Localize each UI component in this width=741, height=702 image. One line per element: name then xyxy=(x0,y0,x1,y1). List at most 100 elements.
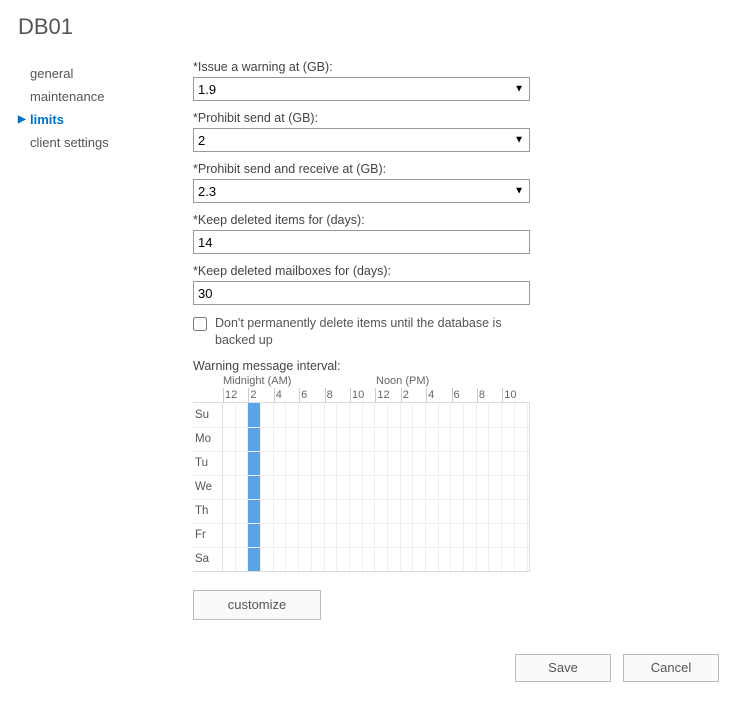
schedule-cell[interactable] xyxy=(502,428,515,451)
schedule-cell[interactable] xyxy=(286,428,299,451)
schedule-cell[interactable] xyxy=(337,452,350,475)
schedule-cell[interactable] xyxy=(375,403,388,427)
schedule-cell[interactable] xyxy=(464,524,477,547)
schedule-cell[interactable] xyxy=(299,452,312,475)
prohibit-send-input[interactable] xyxy=(193,128,530,152)
schedule-cell[interactable] xyxy=(337,428,350,451)
schedule-cell[interactable] xyxy=(451,500,464,523)
schedule-cell[interactable] xyxy=(236,428,249,451)
schedule-cell[interactable] xyxy=(489,428,502,451)
schedule-cell[interactable] xyxy=(223,403,236,427)
schedule-cell[interactable] xyxy=(325,428,338,451)
schedule-cell[interactable] xyxy=(451,524,464,547)
schedule-cell[interactable] xyxy=(299,428,312,451)
schedule-cell[interactable] xyxy=(325,524,338,547)
schedule-cell[interactable] xyxy=(464,548,477,571)
schedule-cell[interactable] xyxy=(451,403,464,427)
schedule-cell[interactable] xyxy=(325,548,338,571)
prohibit-send-receive-select[interactable]: ▼ xyxy=(193,179,530,203)
nav-item-limits[interactable]: ▶ limits xyxy=(18,108,193,131)
schedule-cell[interactable] xyxy=(426,524,439,547)
schedule-cell[interactable] xyxy=(223,428,236,451)
schedule-cell[interactable] xyxy=(401,452,414,475)
schedule-cell[interactable] xyxy=(477,428,490,451)
schedule-cell[interactable] xyxy=(274,428,287,451)
schedule-cell[interactable] xyxy=(489,403,502,427)
schedule-cell[interactable] xyxy=(223,476,236,499)
schedule-cell[interactable] xyxy=(451,428,464,451)
schedule-cell[interactable] xyxy=(451,548,464,571)
schedule-cell[interactable] xyxy=(515,500,528,523)
schedule-cell[interactable] xyxy=(236,548,249,571)
schedule-cell[interactable] xyxy=(312,476,325,499)
schedule-cell[interactable] xyxy=(363,524,376,547)
schedule-cell[interactable] xyxy=(439,476,452,499)
schedule-cell[interactable] xyxy=(274,500,287,523)
schedule-cell[interactable] xyxy=(299,403,312,427)
schedule-cell[interactable] xyxy=(261,452,274,475)
schedule-cell[interactable] xyxy=(299,500,312,523)
schedule-cell[interactable] xyxy=(477,452,490,475)
schedule-cell[interactable] xyxy=(223,500,236,523)
schedule-cell[interactable] xyxy=(502,548,515,571)
schedule-cell[interactable] xyxy=(350,452,363,475)
schedule-cell[interactable] xyxy=(248,403,261,427)
schedule-cell[interactable] xyxy=(451,452,464,475)
schedule-cell[interactable] xyxy=(274,548,287,571)
schedule-cell[interactable] xyxy=(477,500,490,523)
schedule-cell[interactable] xyxy=(375,452,388,475)
schedule-cell[interactable] xyxy=(413,524,426,547)
schedule-cell[interactable] xyxy=(350,476,363,499)
schedule-cell[interactable] xyxy=(325,452,338,475)
schedule-cell[interactable] xyxy=(413,548,426,571)
schedule-cell[interactable] xyxy=(388,476,401,499)
save-button[interactable]: Save xyxy=(515,654,611,682)
schedule-cell[interactable] xyxy=(325,500,338,523)
schedule-cell[interactable] xyxy=(350,500,363,523)
keep-deleted-mailboxes-input[interactable] xyxy=(193,281,530,305)
schedule-cell[interactable] xyxy=(464,452,477,475)
schedule-cell[interactable] xyxy=(426,500,439,523)
schedule-cell[interactable] xyxy=(363,548,376,571)
schedule-cell[interactable] xyxy=(363,403,376,427)
prohibit-send-select[interactable]: ▼ xyxy=(193,128,530,152)
schedule-cell[interactable] xyxy=(274,452,287,475)
schedule-cell[interactable] xyxy=(502,500,515,523)
schedule-cell[interactable] xyxy=(261,548,274,571)
schedule-cell[interactable] xyxy=(401,500,414,523)
keep-deleted-items-input[interactable] xyxy=(193,230,530,254)
schedule-cell[interactable] xyxy=(223,524,236,547)
schedule-cell[interactable] xyxy=(439,524,452,547)
schedule-cell[interactable] xyxy=(515,548,528,571)
schedule-cell[interactable] xyxy=(236,403,249,427)
schedule-cell[interactable] xyxy=(477,548,490,571)
schedule-cell[interactable] xyxy=(325,403,338,427)
schedule-cell[interactable] xyxy=(375,548,388,571)
schedule-cell[interactable] xyxy=(515,403,528,427)
schedule-cell[interactable] xyxy=(388,452,401,475)
schedule-cell[interactable] xyxy=(299,476,312,499)
schedule-cell[interactable] xyxy=(439,403,452,427)
schedule-cell[interactable] xyxy=(337,476,350,499)
schedule-cell[interactable] xyxy=(489,548,502,571)
schedule-cell[interactable] xyxy=(464,500,477,523)
schedule-cell[interactable] xyxy=(274,403,287,427)
schedule-cell[interactable] xyxy=(286,403,299,427)
schedule-cell[interactable] xyxy=(439,500,452,523)
schedule-cell[interactable] xyxy=(248,500,261,523)
schedule-cell[interactable] xyxy=(248,428,261,451)
schedule-cell[interactable] xyxy=(350,403,363,427)
schedule-cell[interactable] xyxy=(489,476,502,499)
schedule-cell[interactable] xyxy=(337,500,350,523)
nav-item-maintenance[interactable]: maintenance xyxy=(18,85,193,108)
schedule-cell[interactable] xyxy=(274,476,287,499)
schedule-cell[interactable] xyxy=(236,500,249,523)
cancel-button[interactable]: Cancel xyxy=(623,654,719,682)
schedule-cell[interactable] xyxy=(489,524,502,547)
schedule-cell[interactable] xyxy=(248,548,261,571)
schedule-cell[interactable] xyxy=(286,452,299,475)
schedule-cell[interactable] xyxy=(236,524,249,547)
schedule-cell[interactable] xyxy=(286,500,299,523)
schedule-cell[interactable] xyxy=(426,428,439,451)
schedule-cell[interactable] xyxy=(515,476,528,499)
